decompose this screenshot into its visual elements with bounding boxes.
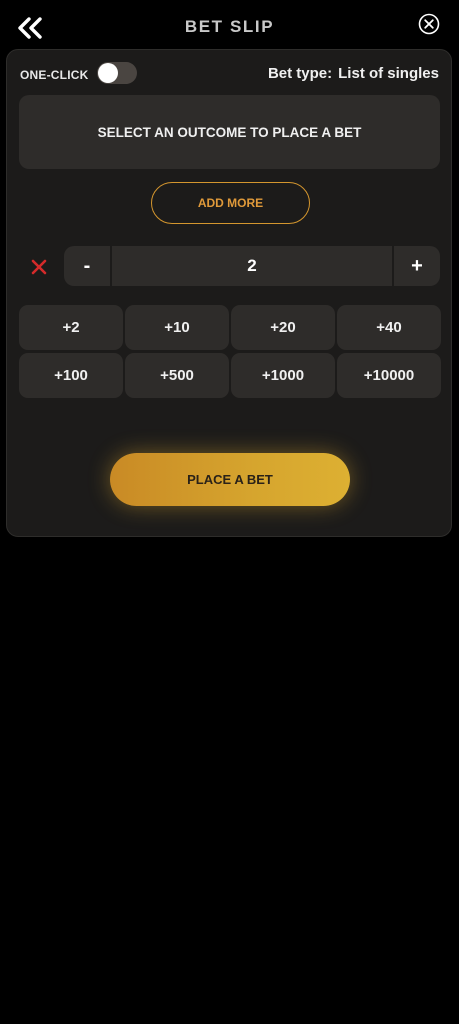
quick-amount-button[interactable]: +2 <box>19 305 123 350</box>
place-bet-button[interactable]: PLACE A BET <box>110 453 350 506</box>
quick-amount-grid: +2 +10 +20 +40 +100 +500 +1000 +10000 <box>19 305 441 398</box>
outcome-message-box: SELECT AN OUTCOME TO PLACE A BET <box>19 95 440 169</box>
quick-amount-button[interactable]: +10000 <box>337 353 441 398</box>
stake-stepper: - 2 + <box>64 246 440 286</box>
stake-input[interactable]: 2 <box>112 246 392 286</box>
one-click-toggle[interactable] <box>97 62 137 84</box>
quick-amount-button[interactable]: +20 <box>231 305 335 350</box>
bet-slip-panel: ONE-CLICK Bet type: List of singles SELEC… <box>6 49 452 537</box>
x-icon <box>31 259 47 275</box>
add-more-button[interactable]: ADD MORE <box>151 182 310 224</box>
header: BET SLIP <box>0 0 459 52</box>
decrease-stake-button[interactable]: - <box>64 246 112 286</box>
bet-type-value: List of singles <box>338 65 439 82</box>
outcome-message: SELECT AN OUTCOME TO PLACE A BET <box>97 124 362 140</box>
clear-stake-button[interactable] <box>29 257 49 277</box>
quick-amount-button[interactable]: +1000 <box>231 353 335 398</box>
one-click-label: ONE-CLICK <box>20 68 89 82</box>
close-button[interactable] <box>417 12 441 36</box>
close-circle-icon <box>418 13 440 35</box>
increase-stake-button[interactable]: + <box>392 246 440 286</box>
quick-amount-button[interactable]: +100 <box>19 353 123 398</box>
page-title: BET SLIP <box>184 17 275 36</box>
bet-type-label: Bet type: <box>267 65 333 82</box>
bet-type[interactable]: Bet type: List of singles <box>268 65 439 82</box>
quick-amount-button[interactable]: +40 <box>337 305 441 350</box>
quick-amount-button[interactable]: +500 <box>125 353 229 398</box>
toggle-knob <box>98 63 118 83</box>
quick-amount-button[interactable]: +10 <box>125 305 229 350</box>
